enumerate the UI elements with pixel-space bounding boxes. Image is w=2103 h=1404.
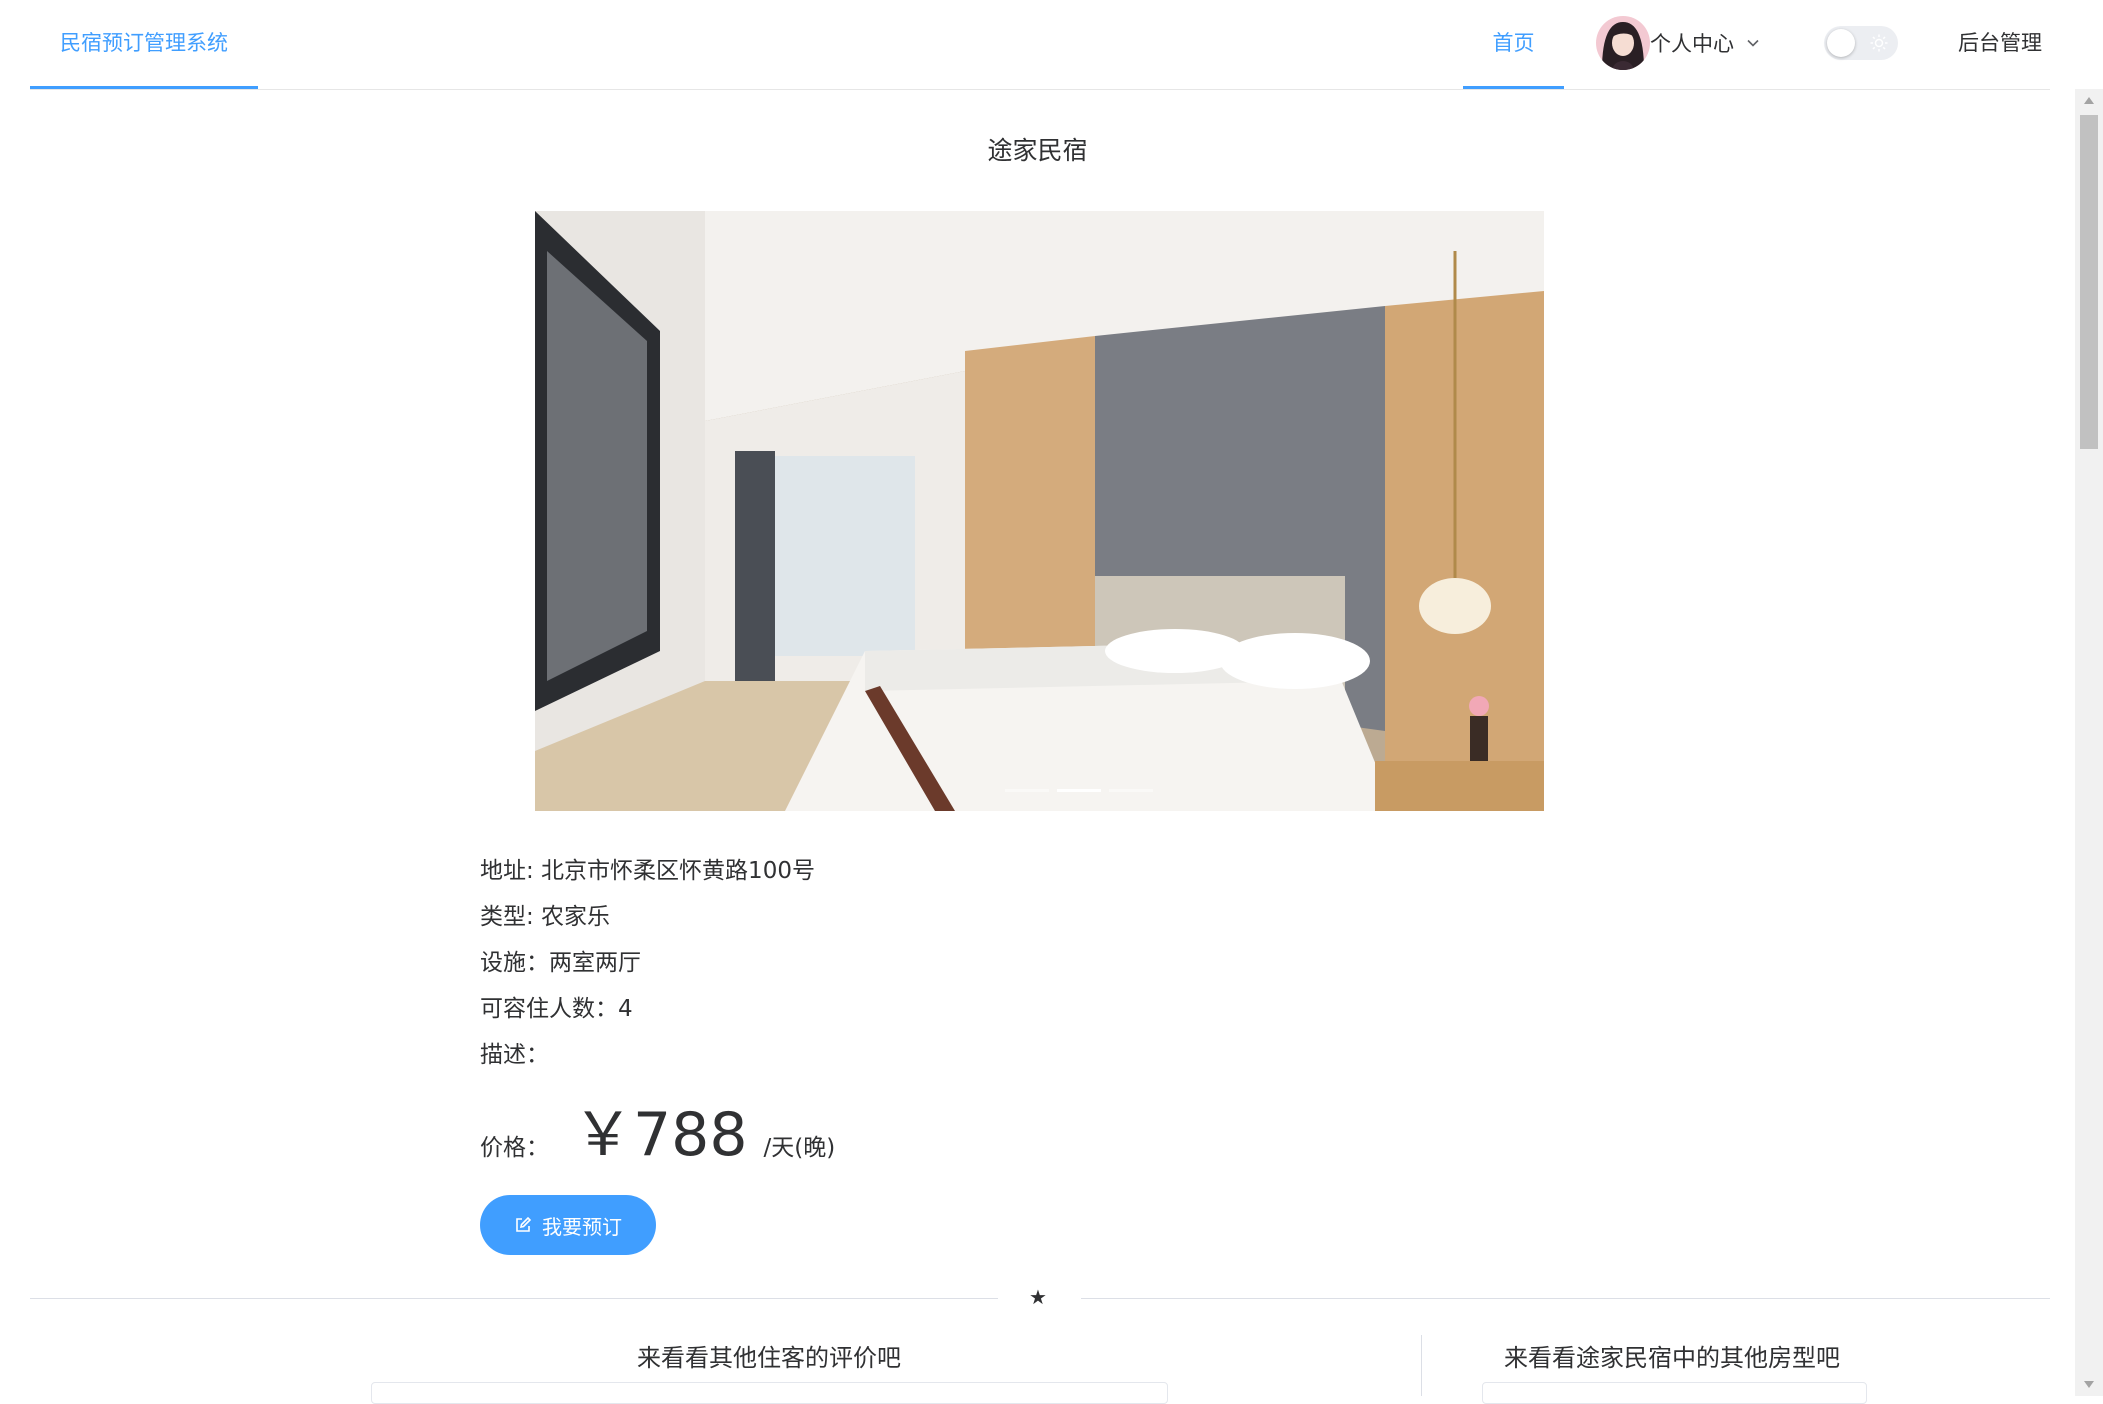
sun-icon: [1870, 34, 1888, 52]
theme-toggle[interactable]: [1824, 26, 1898, 60]
review-card: [371, 1382, 1168, 1404]
nav-admin[interactable]: 后台管理: [1958, 0, 2042, 86]
homestay-title: 途家民宿: [987, 136, 1088, 165]
address-line: 地址: 北京市怀柔区怀黄路100号: [480, 858, 815, 884]
user-menu-label: 个人中心: [1650, 32, 1734, 56]
chevron-down-icon: [1747, 39, 1759, 47]
price-row: 价格： ￥788 /天(晚): [480, 1086, 835, 1173]
divider-right: [1081, 1298, 2050, 1299]
divider-left: [30, 1298, 998, 1299]
edit-icon: [516, 1216, 532, 1232]
room-photo-carousel[interactable]: [535, 211, 1544, 811]
scroll-up-icon[interactable]: [2084, 97, 2094, 104]
carousel-dot-active[interactable]: [1057, 789, 1101, 792]
rooms-section-title: 来看看途家民宿中的其他房型吧: [1504, 1344, 1840, 1372]
toggle-knob: [1827, 29, 1855, 57]
price-label: 价格：: [480, 1135, 549, 1161]
nav-home[interactable]: 首页: [1463, 0, 1564, 89]
room-card: [1482, 1382, 1867, 1404]
price-amount: ￥788: [573, 1100, 748, 1170]
carousel-dot[interactable]: [1109, 789, 1153, 792]
avatar: [1596, 16, 1650, 70]
book-button-label: 我要预订: [542, 1214, 622, 1239]
reviews-section-title: 来看看其他住客的评价吧: [637, 1344, 901, 1372]
room-photo: [535, 211, 1544, 811]
capacity-line: 可容住人数：4: [480, 996, 633, 1022]
scroll-down-icon[interactable]: [2084, 1381, 2094, 1388]
scrollbar-thumb[interactable]: [2080, 115, 2098, 449]
top-nav: 民宿预订管理系统 首页 个人中心 后台管理: [30, 0, 2050, 90]
book-button[interactable]: 我要预订: [480, 1195, 656, 1255]
description-line: 描述：: [480, 1042, 549, 1068]
brand-link[interactable]: 民宿预订管理系统: [30, 0, 258, 89]
star-icon: ★: [1029, 1285, 1047, 1309]
carousel-dot[interactable]: [1005, 789, 1049, 792]
type-line: 类型: 农家乐: [480, 904, 611, 930]
facilities-line: 设施：两室两厅: [480, 950, 641, 976]
carousel-indicators[interactable]: [1005, 789, 1153, 792]
page-scrollbar[interactable]: [2075, 89, 2103, 1396]
price-unit: /天(晚): [763, 1135, 836, 1161]
user-menu[interactable]: 个人中心: [1596, 0, 1760, 86]
